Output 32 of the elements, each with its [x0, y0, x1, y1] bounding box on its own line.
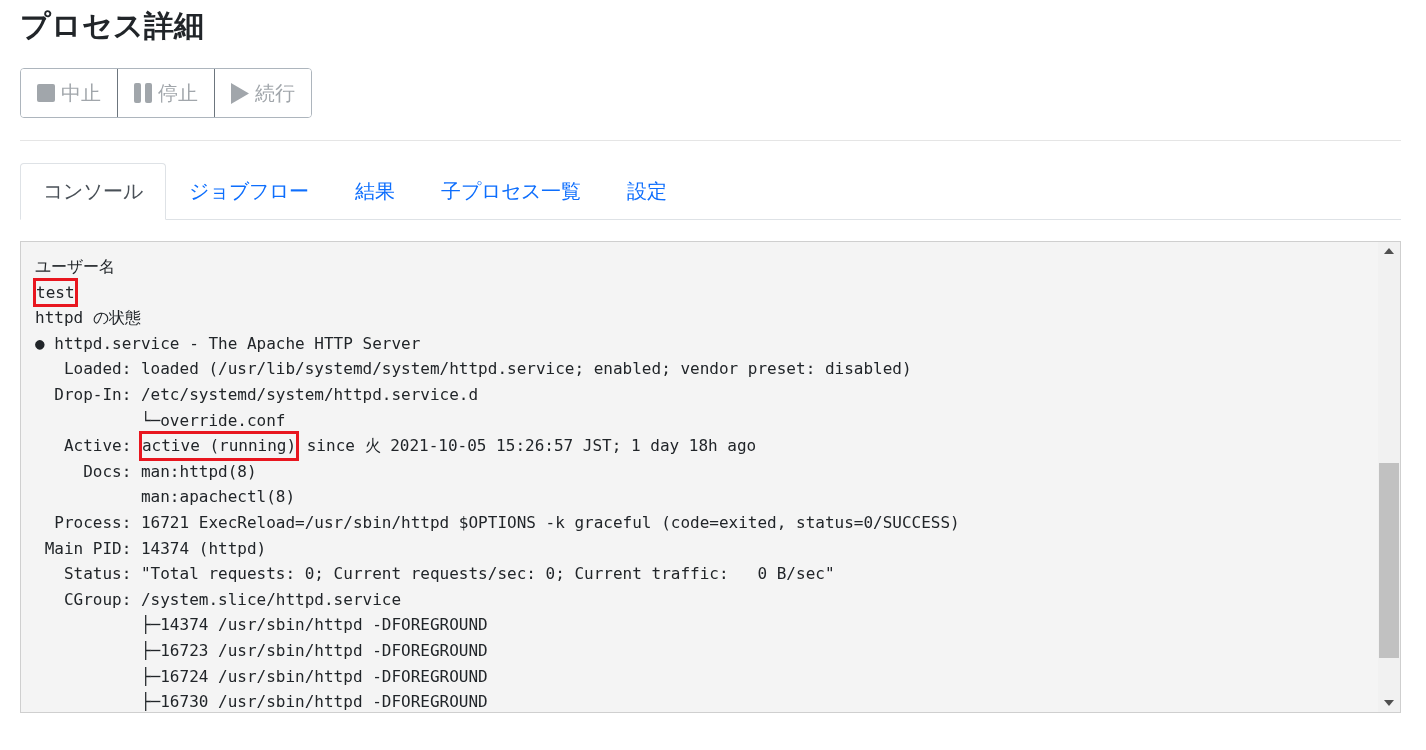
page-title: プロセス詳細: [20, 7, 205, 45]
stop-icon: [37, 84, 55, 102]
console-text: └─override.conf: [139, 409, 286, 432]
console-text: Docs: man:httpd(8): [82, 460, 257, 483]
tab[interactable]: 子プロセス一覧: [418, 163, 604, 220]
console-text: man:apachectl(8): [139, 486, 296, 509]
console-text: since 火 2021-10-05 15:26:57 JST; 1 day 18h ago: [305, 435, 757, 458]
scrollbar-thumb[interactable]: [1379, 463, 1399, 658]
console-text: ├─16724 /usr/sbin/httpd -DFOREGROUND: [139, 665, 488, 688]
pause-icon: [134, 83, 152, 103]
console-text: httpd の状態: [35, 307, 141, 330]
highlighted-console-text: active (running): [140, 433, 298, 459]
console-text: ├─16730 /usr/sbin/httpd -DFOREGROUND: [139, 691, 488, 712]
console-text: Loaded: loaded (/usr/lib/systemd/system/httpd.service; enabled; vendor preset: disabled): [62, 358, 912, 381]
console-text: ユーザー名: [35, 256, 115, 278]
console-text: ● httpd.service - The Apache HTTP Server: [35, 332, 421, 355]
scroll-down-icon[interactable]: [1384, 700, 1394, 706]
console-text: Active:: [62, 435, 133, 458]
play-icon: [231, 82, 249, 104]
highlighted-console-text: test: [35, 279, 76, 306]
console-text: Process: 16721 ExecReload=/usr/sbin/httpd $OPTIONS -k graceful (code=exited, status=0/SUCCESS): [53, 511, 960, 534]
console-text: CGroup: /system.slice/httpd.service: [62, 588, 402, 611]
console-text: ├─16723 /usr/sbin/httpd -DFOREGROUND: [139, 639, 488, 662]
tab[interactable]: コンソール: [20, 163, 166, 220]
console-text: Status: "Total requests: 0; Current requests/sec: 0; Current traffic: 0 B/sec": [62, 563, 835, 586]
tab[interactable]: 設定: [604, 163, 690, 220]
tab[interactable]: 結果: [332, 163, 418, 220]
tab[interactable]: ジョブフロー: [166, 163, 332, 220]
console-text: Drop-In: /etc/systemd/system/httpd.service.d: [53, 383, 479, 406]
scroll-up-icon[interactable]: [1384, 248, 1394, 254]
console-text: Main PID: 14374 (httpd): [43, 537, 267, 560]
console-text: ├─14374 /usr/sbin/httpd -DFOREGROUND: [139, 614, 488, 637]
